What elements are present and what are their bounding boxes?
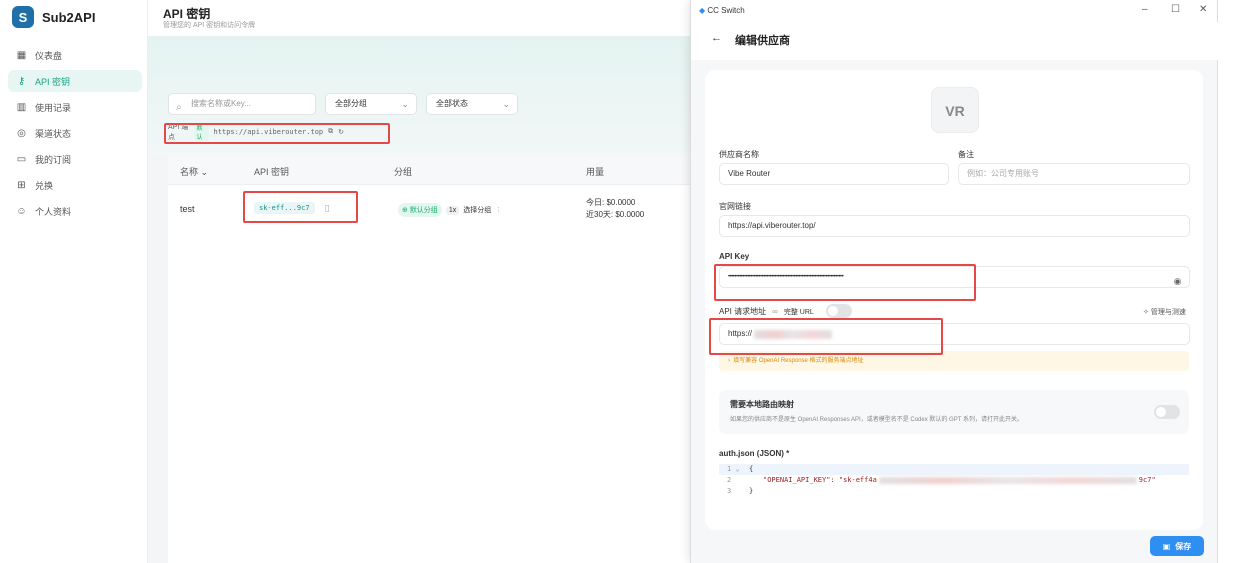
route-mapping-title: 需要本地路由映射 xyxy=(730,400,794,409)
route-mapping-description: 如果您的供应商不是原生 OpenAI Responses API，或者模型名不是… xyxy=(730,417,1023,423)
search-input[interactable]: ⌕ 搜索名称或Key... xyxy=(168,93,316,115)
signal-icon: ◎ xyxy=(17,127,26,139)
speed-icon: ✧ xyxy=(1143,309,1149,316)
search-icon: ⌕ xyxy=(176,102,182,113)
more-icon[interactable]: ⋮ xyxy=(495,206,502,214)
sidebar-item-label: 个人资料 xyxy=(35,206,72,217)
card-icon: ▭ xyxy=(16,153,27,165)
app-name: Sub2API xyxy=(42,9,96,25)
group-badge: ⊕ 默认分组 xyxy=(398,203,442,217)
manage-test-link[interactable]: ✧ 管理与测速 xyxy=(1143,307,1186,317)
page-subtitle: 管理您的 API 密钥和访问令牌 xyxy=(163,22,256,29)
status-filter-select[interactable]: 全部状态 ⌄ xyxy=(426,93,518,115)
highlight-box xyxy=(714,264,976,301)
background-strip xyxy=(1218,0,1241,563)
route-mapping-section: 需要本地路由映射 如果您的供应商不是原生 OpenAI Responses AP… xyxy=(719,390,1189,434)
code-line: 1 ⌄{ xyxy=(719,464,1189,475)
lightbulb-icon: ♀ xyxy=(727,358,732,364)
sidebar-item-label: 仪表盘 xyxy=(35,50,63,61)
editor-header: ← 编辑供应商 xyxy=(691,22,1219,60)
sidebar-item-label: 我的订阅 xyxy=(35,154,72,165)
full-url-toggle[interactable] xyxy=(826,304,852,318)
highlight-box xyxy=(164,123,390,144)
sidebar-item-profile[interactable]: ☺ 个人资料 xyxy=(8,200,142,222)
back-arrow-icon[interactable]: ← xyxy=(711,32,722,44)
auth-json-label: auth.json (JSON) * xyxy=(719,449,790,458)
sidebar-item-label: API 密钥 xyxy=(35,76,71,87)
chevron-down-icon: ⌄ xyxy=(401,99,409,109)
status-filter-value: 全部状态 xyxy=(436,99,468,108)
save-button[interactable]: ▣ 保存 xyxy=(1150,536,1204,556)
link-icon: ∞ xyxy=(772,307,778,316)
user-icon: ☺ xyxy=(16,205,27,217)
column-header-name[interactable]: 名称 ⌄ xyxy=(180,165,208,178)
sidebar-item-label: 兑换 xyxy=(35,180,54,191)
code-line: 3} xyxy=(727,487,754,495)
sidebar-item-label: 使用记录 xyxy=(35,102,72,113)
highlight-box xyxy=(243,191,358,223)
group-filter-value: 全部分组 xyxy=(335,99,367,108)
sidebar-item-usage[interactable]: ▥ 使用记录 xyxy=(8,96,142,118)
provider-name-label: 供应商名称 xyxy=(719,150,759,159)
route-mapping-toggle[interactable] xyxy=(1154,405,1180,419)
website-label: 官网链接 xyxy=(719,202,751,211)
provider-avatar[interactable]: VR xyxy=(931,87,979,133)
note-input[interactable]: 例如：公司专用账号 xyxy=(958,163,1190,185)
sidebar-item-label: 渠道状态 xyxy=(35,128,72,139)
provider-name-input[interactable]: Vibe Router xyxy=(719,163,949,185)
cc-switch-window: ◆ CC Switch – ☐ ✕ ← 编辑供应商 VR 供应商名称 Vibe … xyxy=(690,0,1219,563)
usage-30d: 近30天: $0.0000 xyxy=(586,210,645,219)
app-icon: ◆ xyxy=(699,6,706,15)
minimize-icon[interactable]: – xyxy=(1142,4,1148,15)
app-logo[interactable]: S Sub2API xyxy=(12,6,95,28)
column-header-group: 分组 xyxy=(394,167,413,177)
key-icon: ⚷ xyxy=(17,75,26,87)
eye-icon[interactable]: ◉ xyxy=(1174,271,1182,291)
grid-icon: ▦ xyxy=(16,49,27,61)
sidebar-item-channel-status[interactable]: ◎ 渠道状态 xyxy=(8,122,142,144)
api-key-label: API Key xyxy=(719,252,750,261)
column-header-key: API 密钥 xyxy=(254,167,290,177)
endpoint-label: API 请求地址 xyxy=(719,307,767,316)
redacted-key xyxy=(878,476,1137,484)
key-name: test xyxy=(180,204,195,214)
gift-icon: ⊞ xyxy=(17,179,26,191)
window-titlebar: ◆ CC Switch – ☐ ✕ xyxy=(691,0,1217,22)
sidebar: S Sub2API ▦ 仪表盘 ⚷ API 密钥 ▥ 使用记录 ◎ 渠道状态 ▭ 我的订阅… xyxy=(0,0,148,563)
column-header-usage: 用量 xyxy=(586,167,605,177)
code-line: 2 "OPENAI_API_KEY": "sk-eff4a 9c7" xyxy=(727,476,1156,484)
endpoint-label-row: API 请求地址 ∞ 完整 URL xyxy=(719,306,814,317)
highlight-box xyxy=(709,318,943,355)
chevron-down-icon: ⌄ xyxy=(502,99,510,109)
full-url-label: 完整 URL xyxy=(783,308,814,316)
api-key-json-entry: "OPENAI_API_KEY": "sk-eff4a 9c7" xyxy=(763,476,1156,484)
sidebar-item-subscriptions[interactable]: ▭ 我的订阅 xyxy=(8,148,142,170)
editor-title: 编辑供应商 xyxy=(735,35,790,47)
usage-today: 今日: $0.0000 xyxy=(586,198,636,207)
sidebar-nav: ▦ 仪表盘 ⚷ API 密钥 ▥ 使用记录 ◎ 渠道状态 ▭ 我的订阅 ⊞ 兑换 ☺ 个人资料 xyxy=(8,44,142,226)
select-group-link[interactable]: 选择分组 xyxy=(463,205,491,215)
save-icon: ▣ xyxy=(1162,541,1171,551)
rate-multiplier: 1x xyxy=(445,205,460,215)
group-filter-select[interactable]: 全部分组 ⌄ xyxy=(325,93,417,115)
sidebar-item-dashboard[interactable]: ▦ 仪表盘 xyxy=(8,44,142,66)
sidebar-item-redeem[interactable]: ⊞ 兑换 xyxy=(8,174,142,196)
maximize-icon[interactable]: ☐ xyxy=(1171,4,1180,15)
logo-icon: S xyxy=(12,6,34,28)
auth-json-editor[interactable]: 1 ⌄{ 2 "OPENAI_API_KEY": "sk-eff4a 9c7" 3} xyxy=(719,464,1189,500)
sidebar-item-api-keys[interactable]: ⚷ API 密钥 xyxy=(8,70,142,92)
note-label: 备注 xyxy=(958,150,974,159)
search-placeholder: 搜索名称或Key... xyxy=(191,99,251,108)
window-title: ◆ CC Switch xyxy=(699,6,745,15)
close-icon[interactable]: ✕ xyxy=(1199,4,1207,15)
website-input[interactable]: https://api.viberouter.top/ xyxy=(719,215,1190,237)
bar-chart-icon: ▥ xyxy=(16,101,27,113)
group-cell: ⊕ 默认分组 1x 选择分组 ⋮ xyxy=(398,203,502,217)
